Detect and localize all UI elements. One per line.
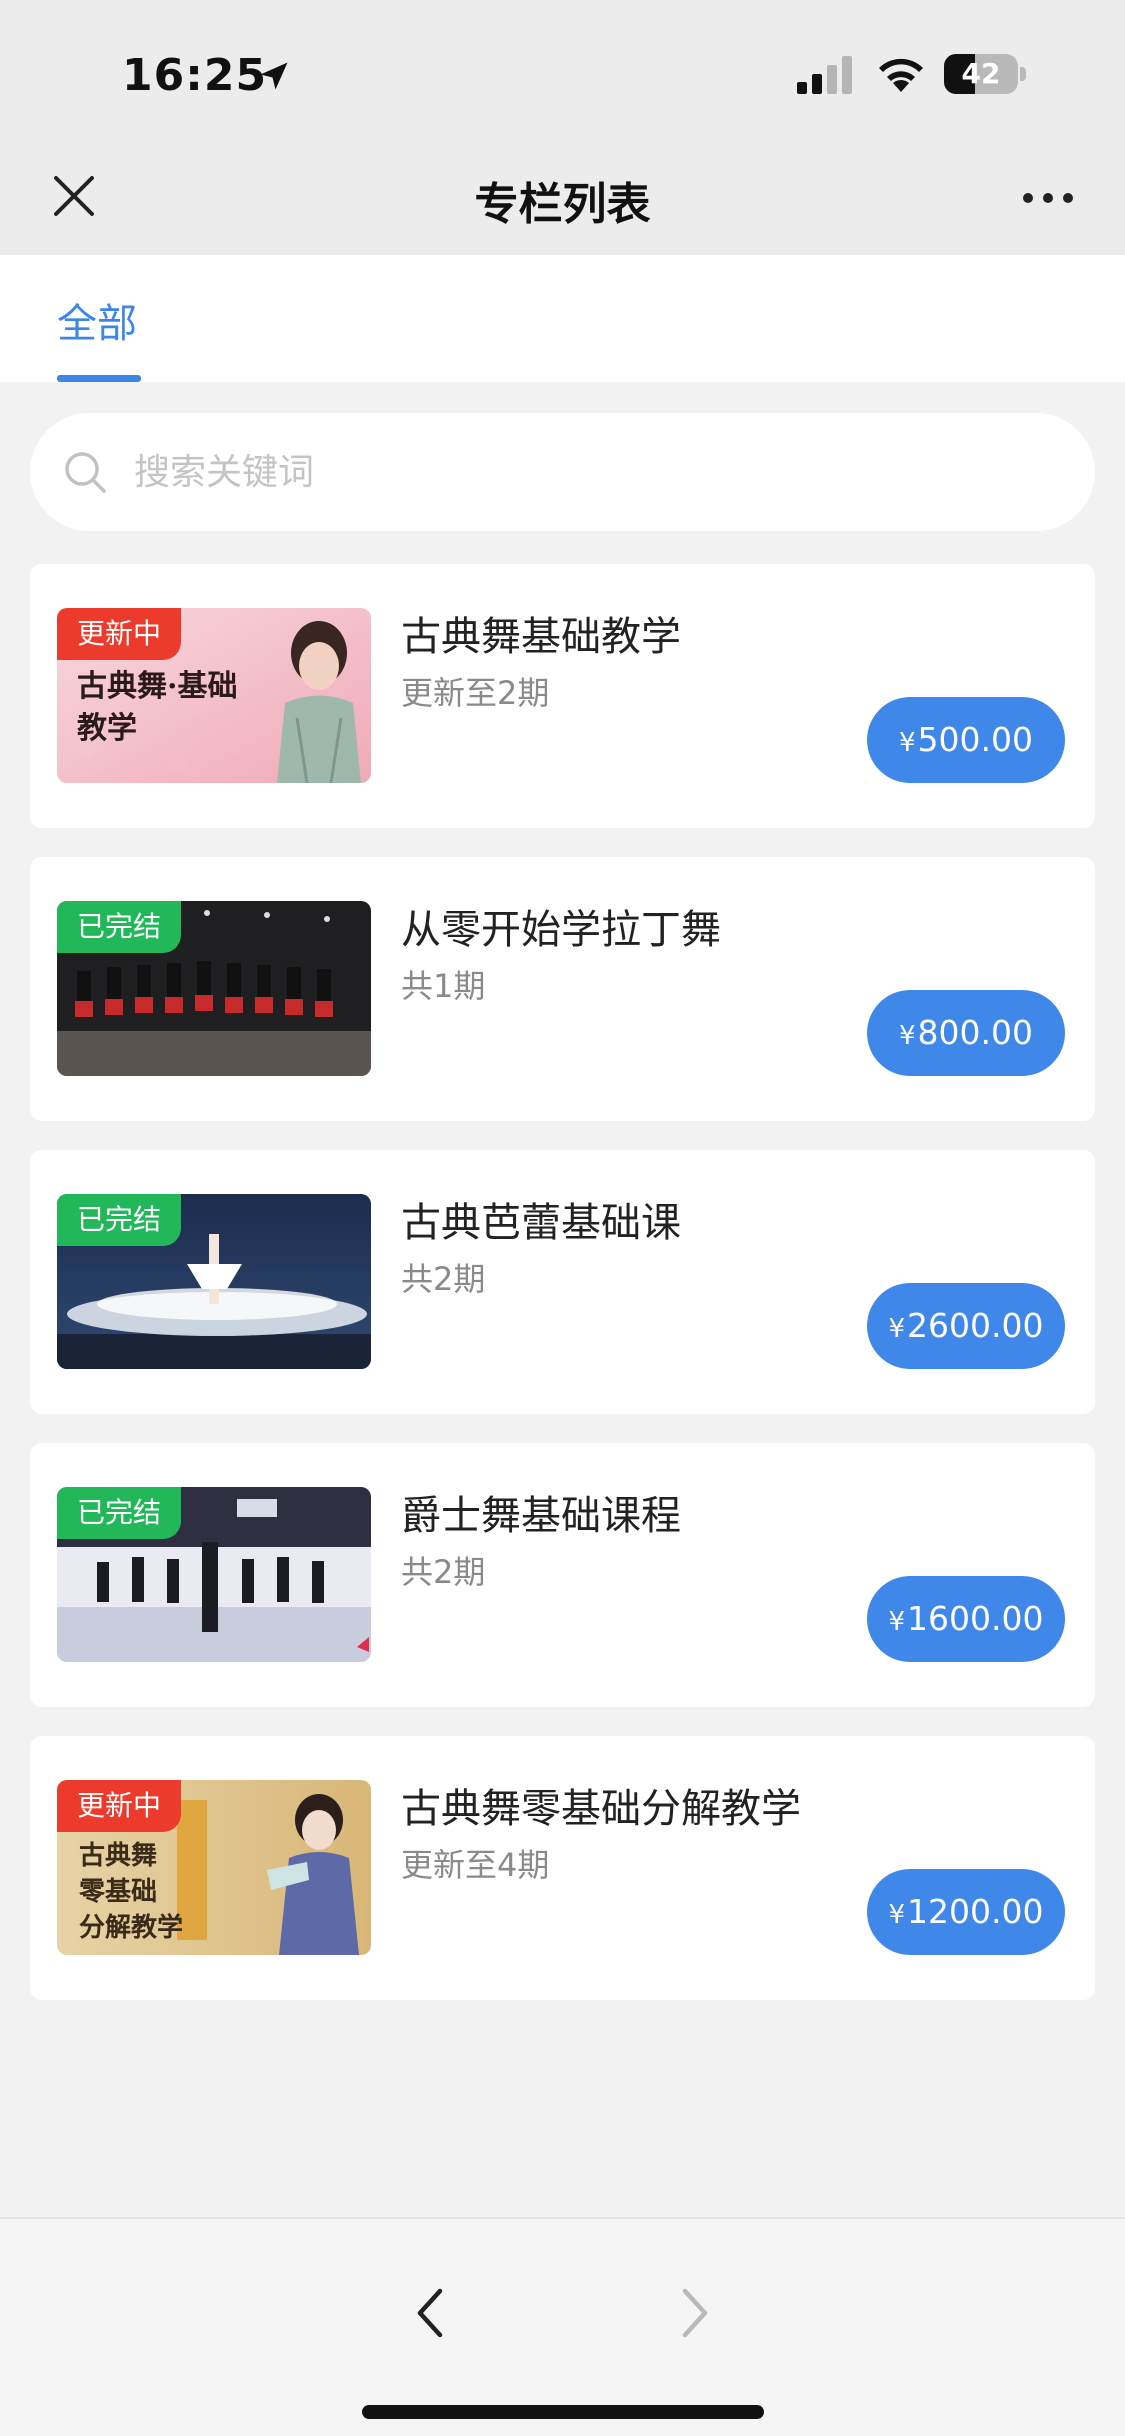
price-button[interactable]: ¥800.00 — [867, 990, 1065, 1076]
status-badge: 已完结 — [57, 901, 182, 953]
course-title: 古典芭蕾基础课 — [401, 1200, 681, 1246]
battery-body: 42 — [944, 54, 1018, 94]
search-bar[interactable] — [30, 413, 1095, 531]
course-card[interactable]: 已完结 从零开始学拉丁舞 共1期 ¥800.00 — [30, 857, 1095, 1121]
course-thumbnail: 已完结 — [57, 1487, 371, 1662]
tab-bar: 全部 — [0, 255, 1125, 382]
course-thumbnail: 古典舞·基础教学 更新中 — [57, 608, 371, 783]
course-title: 古典舞零基础分解教学 — [401, 1786, 801, 1832]
price-value: 1600.00 — [907, 1599, 1044, 1638]
wifi-icon — [879, 58, 923, 92]
cellular-signal-icon — [797, 56, 852, 94]
tab-all[interactable]: 全部 — [57, 291, 137, 349]
price-value: 1200.00 — [907, 1892, 1044, 1931]
price-value: 2600.00 — [907, 1306, 1044, 1345]
currency-symbol: ¥ — [898, 1021, 916, 1051]
course-thumbnail: 古典舞 零基础 分解教学 更新中 — [57, 1780, 371, 1955]
currency-symbol: ¥ — [888, 1607, 906, 1637]
tab-active-indicator — [57, 375, 141, 382]
thumbnail-text: 古典舞·基础教学 — [77, 669, 238, 746]
currency-symbol: ¥ — [898, 728, 916, 758]
course-card[interactable]: 已完结 古典芭蕾基础课 共2期 ¥2600.00 — [30, 1150, 1095, 1414]
battery-icon: 42 — [944, 54, 1026, 94]
status-badge: 更新中 — [57, 608, 182, 660]
page-title: 专栏列表 — [474, 179, 651, 230]
location-arrow-icon — [260, 62, 288, 90]
course-title: 古典舞基础教学 — [401, 614, 681, 660]
course-thumbnail: 已完结 — [57, 901, 371, 1076]
home-indicator — [362, 2405, 764, 2419]
price-value: 500.00 — [917, 720, 1033, 759]
forward-arrow-icon[interactable] — [675, 2283, 715, 2343]
course-subtitle: 更新至4期 — [401, 1846, 550, 1884]
back-arrow-icon[interactable] — [410, 2283, 450, 2343]
more-options-button[interactable] — [1020, 180, 1076, 216]
course-subtitle: 共2期 — [401, 1553, 486, 1591]
currency-symbol: ¥ — [888, 1314, 906, 1344]
course-thumbnail: 已完结 — [57, 1194, 371, 1369]
battery-cap — [1020, 67, 1026, 81]
status-badge: 已完结 — [57, 1194, 182, 1246]
course-subtitle: 更新至2期 — [401, 674, 550, 712]
page: 16:25 42 专栏列表 全部 搜索关键词 古典舞·基础教学 更新中 古典舞基… — [0, 0, 1125, 2436]
course-subtitle: 共1期 — [401, 967, 486, 1005]
thumbnail-text: 古典舞 零基础 分解教学 — [79, 1841, 184, 1943]
status-badge: 已完结 — [57, 1487, 182, 1539]
price-button[interactable]: ¥500.00 — [867, 697, 1065, 783]
status-time: 16:25 — [122, 50, 268, 101]
status-badge: 更新中 — [57, 1780, 182, 1832]
price-value: 800.00 — [917, 1013, 1033, 1052]
course-title: 爵士舞基础课程 — [401, 1493, 681, 1539]
search-input[interactable] — [134, 437, 1034, 507]
price-button[interactable]: ¥1200.00 — [867, 1869, 1065, 1955]
battery-level: 42 — [961, 57, 1001, 90]
course-card[interactable]: 已完结 爵士舞基础课程 共2期 ¥1600.00 — [30, 1443, 1095, 1707]
currency-symbol: ¥ — [888, 1900, 906, 1930]
price-button[interactable]: ¥2600.00 — [867, 1283, 1065, 1369]
course-title: 从零开始学拉丁舞 — [401, 907, 721, 953]
price-button[interactable]: ¥1600.00 — [867, 1576, 1065, 1662]
bottom-navigation-bar — [0, 2217, 1125, 2436]
course-card[interactable]: 古典舞 零基础 分解教学 更新中 古典舞零基础分解教学 更新至4期 ¥1200.… — [30, 1736, 1095, 2000]
course-subtitle: 共2期 — [401, 1260, 486, 1298]
course-card[interactable]: 古典舞·基础教学 更新中 古典舞基础教学 更新至2期 ¥500.00 — [30, 564, 1095, 828]
top-bar: 16:25 42 专栏列表 — [0, 0, 1125, 255]
search-icon — [65, 452, 106, 493]
